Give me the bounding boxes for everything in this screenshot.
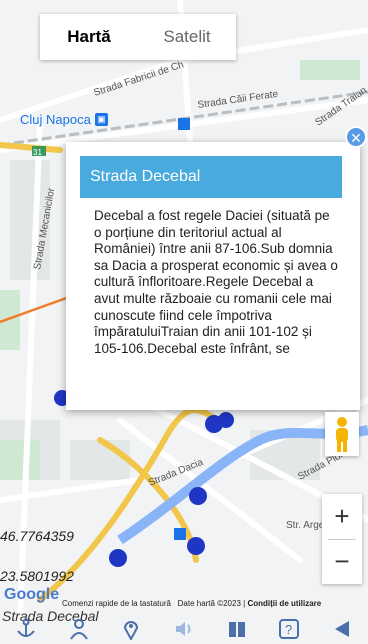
help-icon[interactable]: ? xyxy=(275,616,303,642)
book-icon[interactable] xyxy=(223,616,251,642)
street-view-button[interactable] xyxy=(325,412,359,456)
info-title: Strada Decebal xyxy=(80,156,342,198)
route-badge: 31 xyxy=(33,148,42,157)
train-icon: ▣ xyxy=(94,113,108,126)
back-icon[interactable] xyxy=(328,616,356,642)
close-icon[interactable]: ✕ xyxy=(345,126,367,148)
station-label[interactable]: Cluj Napoca ▣ xyxy=(20,112,108,127)
map-button[interactable]: Hartă xyxy=(40,14,138,60)
pin-icon[interactable] xyxy=(117,616,145,642)
coordinate-longitude: 46.7764359 xyxy=(0,528,74,544)
pegman-icon xyxy=(336,417,348,452)
street-label: Str. Arge xyxy=(286,520,325,531)
google-logo: Google xyxy=(4,586,60,603)
map-type-control: Hartă Satelit xyxy=(40,14,236,60)
anchor-icon[interactable] xyxy=(12,616,40,642)
bottom-toolbar: ? xyxy=(0,614,368,644)
terms-link[interactable]: Condiții de utilizare xyxy=(247,599,321,608)
zoom-divider xyxy=(328,539,356,540)
map-data-text: Date hartă ©2023 xyxy=(177,599,241,608)
info-window: Strada Decebal Decebal a fost regele Dac… xyxy=(66,142,360,410)
svg-text:?: ? xyxy=(285,622,292,637)
info-body: Decebal a fost regele Daciei (situată pe… xyxy=(94,208,338,356)
satellite-button[interactable]: Satelit xyxy=(138,14,236,60)
zoom-out-button[interactable]: − xyxy=(322,539,362,584)
map-attribution: Comenzi rapide de la tastatură Date hart… xyxy=(62,599,322,608)
zoom-control: + − xyxy=(322,494,362,584)
coordinate-latitude: 23.5801992 xyxy=(0,568,74,584)
person-icon[interactable] xyxy=(65,616,93,642)
station-name: Cluj Napoca xyxy=(20,112,91,127)
zoom-in-button[interactable]: + xyxy=(322,494,362,539)
audio-icon[interactable] xyxy=(170,616,198,642)
shortcuts-link[interactable]: Comenzi rapide de la tastatură xyxy=(62,599,171,608)
